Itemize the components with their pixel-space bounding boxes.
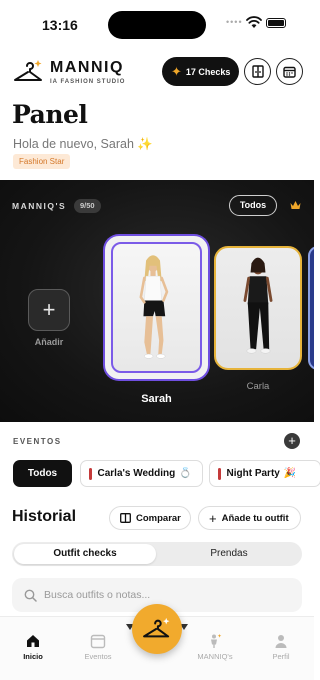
manniq-name-carla: Carla <box>246 381 270 392</box>
tab-inicio[interactable]: Inicio <box>8 633 58 661</box>
signal-icon: •••• <box>226 17 243 27</box>
greeting-label: Hola de nuevo, Sarah <box>13 137 134 151</box>
event-color-bar <box>218 467 221 480</box>
event-chip-night-party[interactable]: Night Party 🎉 <box>209 460 320 487</box>
tab-perfil[interactable]: Perfil <box>256 633 306 661</box>
tab-prendas[interactable]: Prendas <box>158 544 300 564</box>
tab-manniqs-label: MANNIQ's <box>197 652 233 661</box>
calendar-icon <box>90 634 106 649</box>
manniq-card-carla[interactable] <box>214 246 302 370</box>
manniq-card-partial[interactable] <box>308 246 314 370</box>
tab-inicio-label: Inicio <box>23 652 43 661</box>
event-chip-label: Night Party <box>226 468 280 479</box>
tab-outfit-checks[interactable]: Outfit checks <box>14 544 156 564</box>
add-event-button[interactable]: + <box>284 433 300 449</box>
model-figure-carla <box>243 257 273 354</box>
status-time: 13:16 <box>42 17 78 33</box>
manniqs-label: MANNIQ'S <box>12 201 67 211</box>
tab-manniqs[interactable]: MANNIQ's <box>190 633 240 661</box>
sparkle-icon: ✨ <box>137 137 153 151</box>
calendar-button[interactable] <box>276 58 303 85</box>
tab-eventos-label: Eventos <box>84 652 112 661</box>
new-outfit-check-button[interactable] <box>132 604 182 654</box>
search-placeholder: Busca outfits o notas... <box>44 589 151 601</box>
manniq-card-sarah[interactable] <box>105 236 208 379</box>
home-icon <box>27 635 39 647</box>
crown-icon[interactable] <box>290 200 301 210</box>
sparkle-icon: ✦ <box>171 63 182 79</box>
wardrobe-button[interactable] <box>244 58 271 85</box>
brand-name: MANNIQ <box>50 58 124 76</box>
event-chip-todos[interactable]: Todos <box>13 460 72 487</box>
manniq-name-sarah: Sarah <box>141 393 172 405</box>
ring-icon: 💍 <box>179 468 192 479</box>
manniqs-section: MANNIQ'S 9/50 Todos + Añadir Sarah Carla <box>0 180 314 422</box>
compare-icon <box>120 513 131 523</box>
manniqs-count-badge: 9/50 <box>74 199 101 213</box>
status-bar: 13:16 •••• <box>0 0 314 46</box>
checks-label: 17 Checks <box>185 66 231 77</box>
model-figure-sarah <box>139 255 169 359</box>
brand-logo: MANNIQ IA FASHION STUDIO <box>14 56 125 88</box>
profile-icon <box>275 635 287 648</box>
tab-perfil-label: Perfil <box>272 652 290 661</box>
dynamic-island <box>108 11 206 39</box>
mannequin-icon <box>211 634 222 648</box>
filter-todos-button[interactable]: Todos <box>229 195 277 216</box>
tab-eventos[interactable]: Eventos <box>73 633 123 661</box>
historial-segmented-control: Outfit checks Prendas <box>12 542 302 566</box>
event-color-bar <box>89 467 92 480</box>
wardrobe-icon <box>251 65 264 78</box>
hanger-logo-icon <box>14 60 42 81</box>
add-manniq-label: Añadir <box>34 337 64 347</box>
event-chip-carlas-wedding[interactable]: Carla's Wedding 💍 <box>80 460 203 487</box>
add-manniq-button[interactable]: + <box>28 289 70 331</box>
checks-button[interactable]: ✦ 17 Checks <box>162 57 239 86</box>
historial-title: Historial <box>12 508 77 525</box>
search-icon <box>24 589 37 602</box>
calendar-icon <box>283 66 296 78</box>
add-outfit-button[interactable]: + Añade tu outfit <box>198 506 301 530</box>
greeting-text: Hola de nuevo, Sarah ✨ <box>13 137 153 152</box>
hanger-icon <box>143 617 170 638</box>
page-title: Panel <box>12 100 88 129</box>
brand-tagline: IA FASHION STUDIO <box>50 78 126 85</box>
party-icon: 🎉 <box>283 468 297 479</box>
wifi-icon <box>246 16 262 28</box>
status-badge: Fashion Star <box>13 154 71 169</box>
compare-button[interactable]: Comparar <box>109 506 191 530</box>
compare-label: Comparar <box>136 512 181 524</box>
add-outfit-label: Añade tu outfit <box>221 512 289 524</box>
plus-icon: + <box>209 510 217 526</box>
battery-icon <box>266 18 286 28</box>
event-chip-label: Carla's Wedding <box>97 468 176 479</box>
eventos-label: EVENTOS <box>13 437 62 446</box>
